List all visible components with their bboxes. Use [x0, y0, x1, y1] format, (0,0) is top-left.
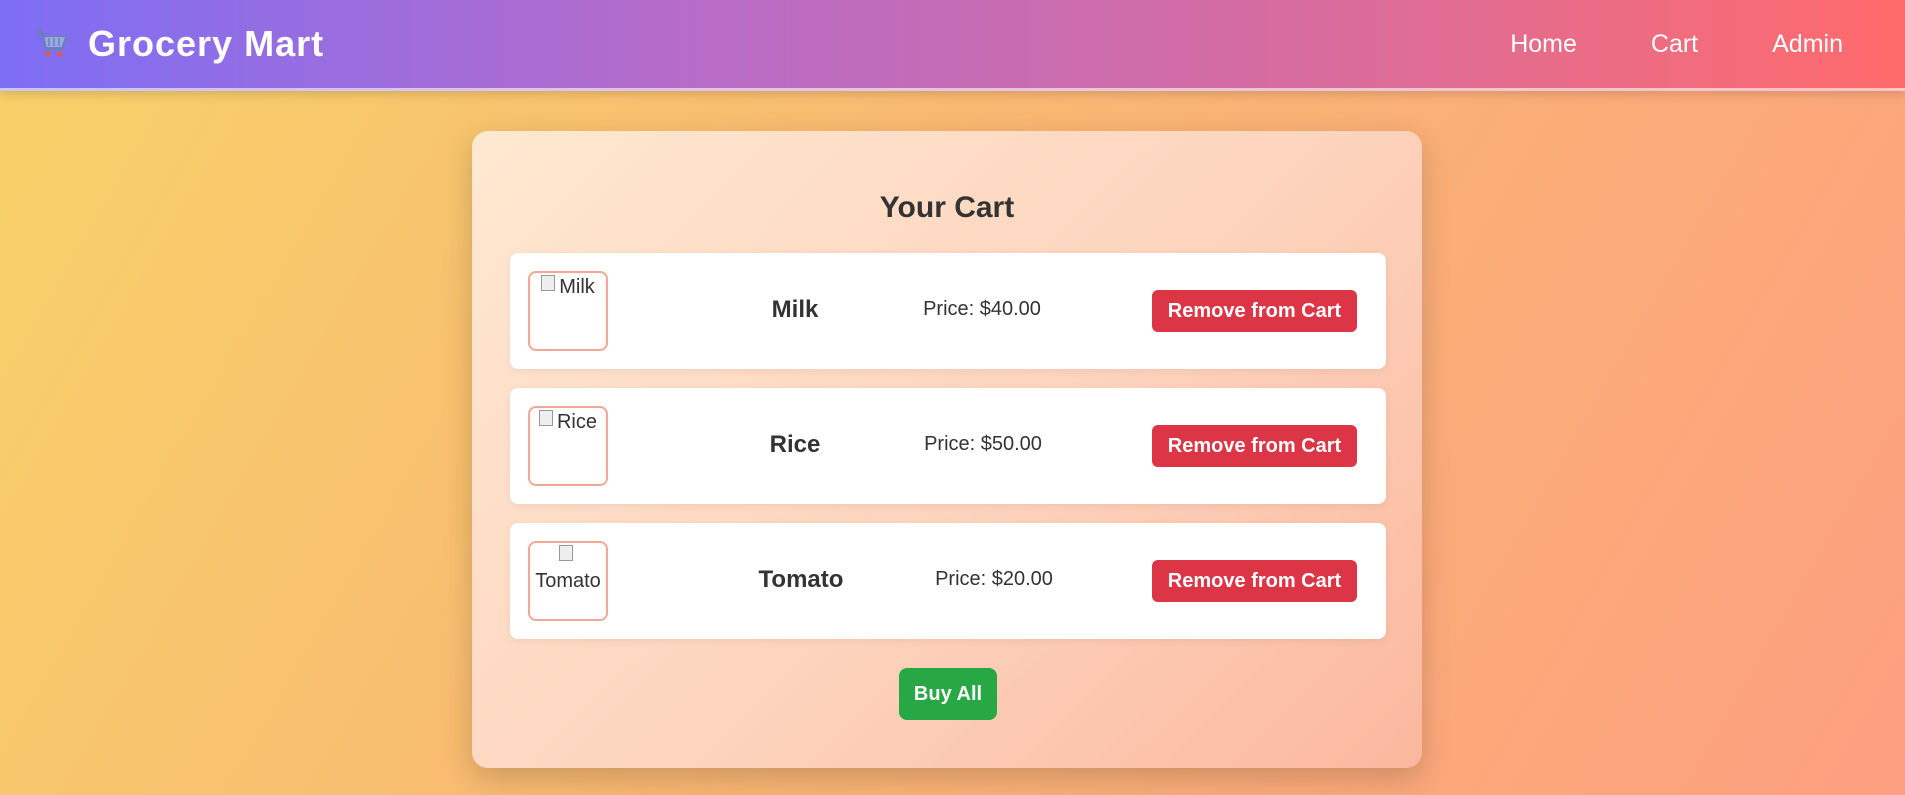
cart-item: Milk Milk Price: $40.00 Remove from Cart: [510, 253, 1386, 369]
brand[interactable]: Grocery Mart: [34, 23, 324, 65]
nav-cart-link[interactable]: Cart: [1651, 30, 1698, 59]
cart-title: Your Cart: [879, 191, 1015, 224]
broken-image-icon: [541, 275, 556, 291]
cart-card: Your Cart Milk Milk Price: $40.00 Remove…: [472, 131, 1422, 768]
product-image: Rice: [528, 406, 608, 486]
product-name: Rice: [769, 431, 821, 458]
shopping-cart-icon: [34, 26, 70, 62]
buy-all-button[interactable]: Buy All: [899, 668, 997, 720]
product-image: Milk: [528, 271, 608, 351]
navbar: Grocery Mart Home Cart Admin: [0, 0, 1905, 91]
cart-item: Rice Rice Price: $50.00 Remove from Cart: [510, 388, 1386, 504]
product-name: Tomato: [758, 566, 844, 593]
remove-from-cart-button[interactable]: Remove from Cart: [1152, 560, 1357, 602]
broken-image-icon: [559, 545, 573, 561]
product-image-alt: Rice: [556, 411, 597, 433]
remove-from-cart-button[interactable]: Remove from Cart: [1152, 425, 1357, 467]
product-name: Milk: [771, 296, 819, 323]
product-price: Price: $20.00: [935, 568, 1053, 590]
brand-title: Grocery Mart: [88, 23, 325, 64]
product-image-alt: Tomato: [535, 570, 601, 592]
product-price: Price: $40.00: [923, 298, 1041, 320]
product-image: Tomato: [528, 541, 608, 621]
product-price: Price: $50.00: [924, 433, 1042, 455]
cart-item: Tomato Tomato Price: $20.00 Remove from …: [510, 523, 1386, 639]
nav-home-link[interactable]: Home: [1510, 30, 1577, 59]
nav-admin-link[interactable]: Admin: [1772, 30, 1843, 59]
nav-links: Home Cart Admin: [1510, 30, 1843, 59]
remove-from-cart-button[interactable]: Remove from Cart: [1152, 290, 1357, 332]
product-image-alt: Milk: [559, 276, 595, 298]
broken-image-icon: [538, 410, 553, 426]
